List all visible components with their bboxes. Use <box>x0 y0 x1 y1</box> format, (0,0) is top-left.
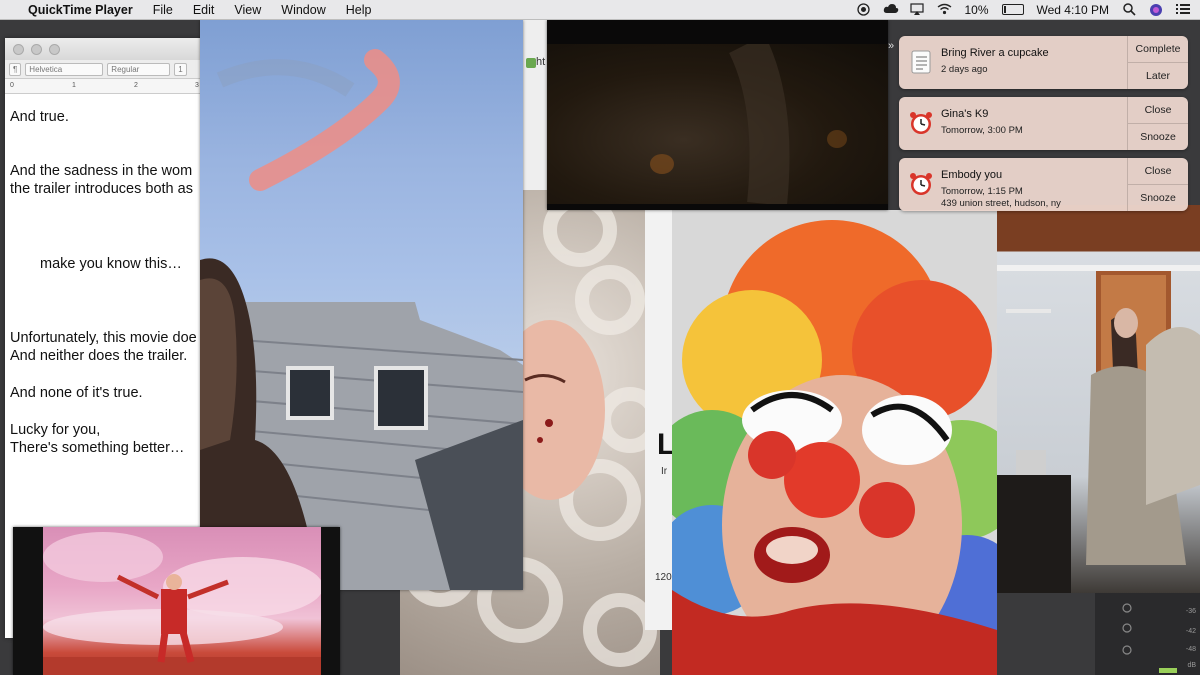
doc-line: make you know this… <box>40 256 182 272</box>
zoom-window-button[interactable] <box>49 44 60 55</box>
menu-help[interactable]: Help <box>346 3 372 17</box>
close-window-button[interactable] <box>13 44 24 55</box>
notification-event-embody-you[interactable]: Embody you Tomorrow, 1:15 PM 439 union s… <box>899 158 1188 211</box>
menu-file[interactable]: File <box>153 3 173 17</box>
desert-video-frame <box>43 527 323 675</box>
record-icon[interactable] <box>856 3 870 16</box>
notification-actions: Complete Later <box>1127 36 1188 89</box>
battery-level <box>1003 6 1006 13</box>
favicon-icon <box>526 58 536 68</box>
paragraph-style-select[interactable]: ¶ <box>9 62 22 76</box>
notification-actions: Close Snooze <box>1127 158 1188 211</box>
menu-bar: QuickTime Player File Edit View Window H… <box>0 0 1200 20</box>
clown-video-frame <box>672 210 997 675</box>
audio-meter-knobs <box>1122 603 1177 673</box>
browser-url-fragment[interactable]: ht <box>536 56 545 68</box>
battery-percent: 10% <box>964 2 989 17</box>
room-video-frame <box>996 265 1200 593</box>
notification-reminder[interactable]: Bring River a cupcake 2 days ago Complet… <box>899 36 1188 89</box>
notification-subtitle: Tomorrow, 3:00 PM <box>941 125 1023 136</box>
editor-titlebar[interactable] <box>5 38 205 60</box>
menu-window[interactable]: Window <box>281 3 325 17</box>
notification-subtitle: 2 days ago <box>941 64 988 75</box>
later-button[interactable]: Later <box>1128 62 1188 89</box>
alarm-clock-icon <box>909 111 933 135</box>
meter-label: -42 <box>1185 628 1196 635</box>
video-window-sky[interactable] <box>200 20 523 590</box>
minimize-window-button[interactable] <box>31 44 42 55</box>
menu-edit[interactable]: Edit <box>193 3 215 17</box>
ruler-tick: 0 <box>10 82 14 89</box>
font-family-select[interactable]: Helvetica <box>25 62 104 76</box>
page-text-fragment: Ir <box>661 466 668 477</box>
notification-subtitle: Tomorrow, 1:15 PM <box>941 186 1023 197</box>
menu-view[interactable]: View <box>234 3 261 17</box>
notification-title: Embody you <box>941 169 1003 181</box>
font-size-select[interactable]: 1 <box>174 62 187 76</box>
ruler-tick: 3 <box>195 82 199 89</box>
doc-line: There's something better… <box>10 440 185 456</box>
doc-line: And neither does the trailer. <box>10 348 188 364</box>
video-window-clown[interactable] <box>672 210 997 675</box>
notification-expand-icon[interactable]: » <box>888 40 894 52</box>
siri-icon[interactable] <box>1149 3 1163 16</box>
sky-video-frame <box>200 49 523 590</box>
notification-location: 439 union street, hudson, ny <box>941 198 1061 209</box>
notification-title: Gina's K9 <box>941 108 989 120</box>
app-menu[interactable]: QuickTime Player <box>28 3 133 17</box>
editor-ruler[interactable]: 0 1 2 3 <box>5 79 205 94</box>
video-window-dark[interactable] <box>547 20 888 210</box>
doc-line: And none of it's true. <box>10 385 143 401</box>
meter-label: -48 <box>1185 646 1196 653</box>
wifi-icon[interactable] <box>937 3 952 16</box>
doc-line: And the sadness in the wom <box>10 163 193 179</box>
close-button[interactable]: Close <box>1128 97 1188 123</box>
doc-line: And true. <box>10 109 69 125</box>
cloud-icon[interactable] <box>883 3 899 16</box>
spotlight-search-icon[interactable] <box>1122 3 1136 16</box>
meter-label: -36 <box>1185 608 1196 615</box>
video-window-room[interactable] <box>996 205 1200 593</box>
snooze-button[interactable]: Snooze <box>1128 123 1188 150</box>
doc-line: Lucky for you, <box>10 422 101 438</box>
doc-line: the trailer introduces both as <box>10 181 193 197</box>
video-window-desert[interactable] <box>13 527 340 675</box>
notification-actions: Close Snooze <box>1127 97 1188 150</box>
notification-center-icon[interactable] <box>1176 3 1190 16</box>
page-number-fragment: 120 <box>655 572 672 583</box>
battery-icon[interactable] <box>1001 4 1024 15</box>
editor-format-toolbar: ¶ Helvetica Regular 1 <box>5 60 205 79</box>
reminder-list-icon <box>909 50 933 74</box>
menubar-clock[interactable]: Wed 4:10 PM <box>1037 3 1109 17</box>
notification-event-ginas-k9[interactable]: Gina's K9 Tomorrow, 3:00 PM Close Snooze <box>899 97 1188 150</box>
browser-window-middle[interactable]: L Ir 120 <box>645 210 675 630</box>
complete-button[interactable]: Complete <box>1128 36 1188 62</box>
snooze-button[interactable]: Snooze <box>1128 184 1188 211</box>
ruler-tick: 2 <box>134 82 138 89</box>
close-button[interactable]: Close <box>1128 158 1188 184</box>
doc-line: Unfortunately, this movie doe <box>10 330 197 346</box>
alarm-clock-icon <box>909 172 933 196</box>
notification-title: Bring River a cupcake <box>941 47 1049 59</box>
dark-video-frame <box>547 35 888 206</box>
browser-window-top[interactable]: ht <box>520 20 550 190</box>
meter-label: dB <box>1187 662 1196 669</box>
ruler-tick: 1 <box>72 82 76 89</box>
audio-meter-panel: -36 -42 -48 dB <box>1095 590 1200 675</box>
font-weight-select[interactable]: Regular <box>107 62 171 76</box>
airplay-icon[interactable] <box>910 3 925 16</box>
